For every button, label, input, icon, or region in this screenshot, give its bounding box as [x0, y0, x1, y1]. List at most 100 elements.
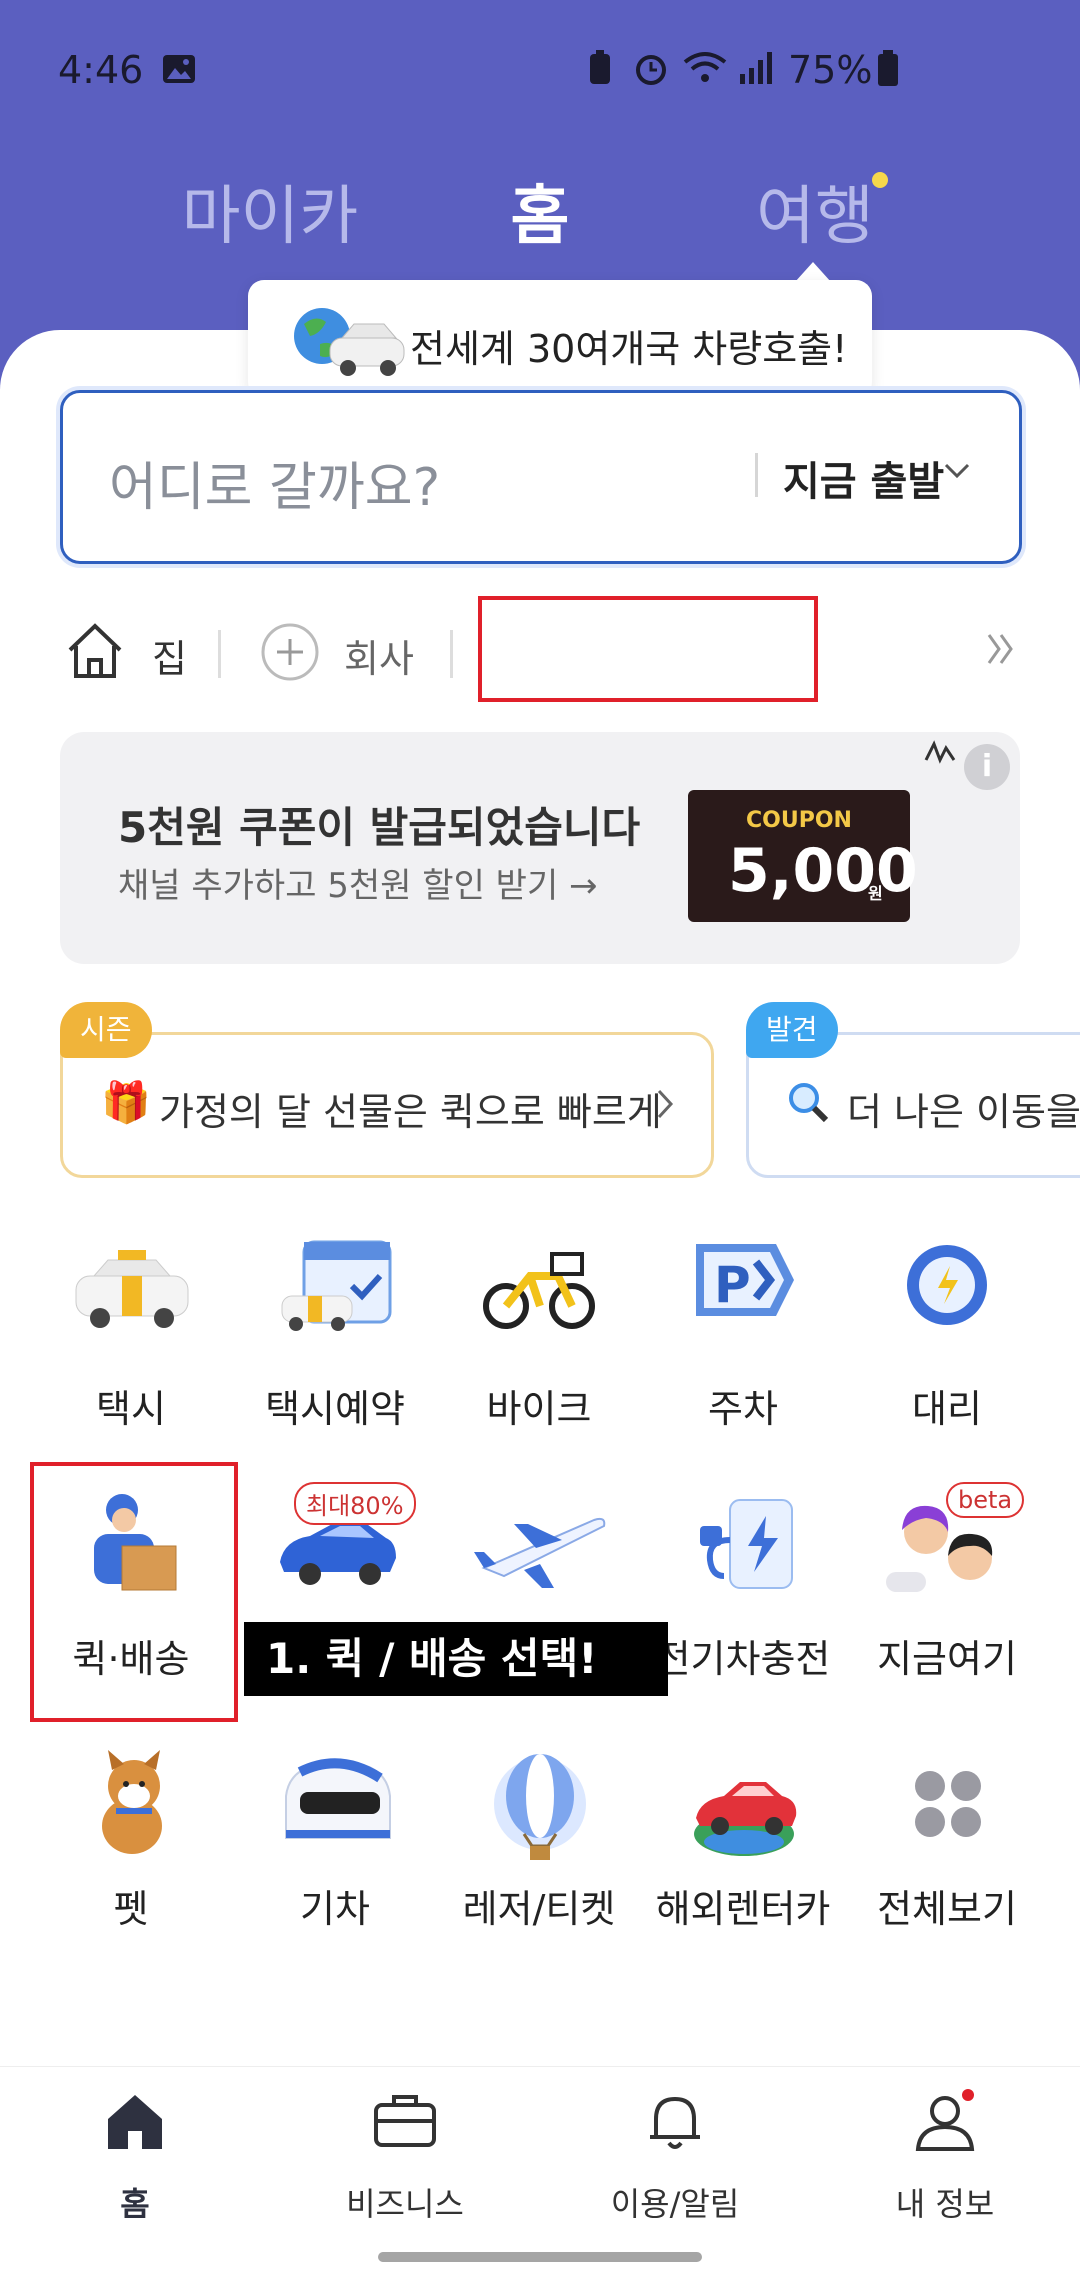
service-label: 펫: [113, 1887, 149, 1931]
magnifier-icon: [789, 1083, 829, 1123]
service-train[interactable]: [240, 1742, 430, 1866]
shortcut-divider: [218, 630, 221, 678]
globe-car-icon: [294, 308, 405, 376]
chevron-right-icon: [657, 1089, 674, 1119]
service-leisure-ticket[interactable]: [444, 1742, 634, 1876]
depart-time-selector[interactable]: 지금 출발: [783, 449, 944, 507]
train-icon: [285, 1758, 391, 1839]
svg-text:P: P: [714, 1256, 751, 1314]
nav-business-label: 비즈니스: [346, 2185, 464, 2223]
shortcut-home[interactable]: 집: [152, 628, 187, 683]
service-pet[interactable]: [36, 1742, 226, 1866]
nav-home-label: 홈: [120, 2185, 150, 2223]
shortcut-work[interactable]: 회사: [344, 628, 414, 683]
service-label: 해외렌터카: [655, 1887, 831, 1931]
destination-search[interactable]: 어디로 갈까요? 지금 출발: [60, 390, 1022, 564]
tab-mycar[interactable]: 마이카: [160, 165, 380, 257]
bell-icon: [650, 2096, 700, 2149]
service-flight[interactable]: [444, 1480, 634, 1614]
new-indicator-dot: [872, 172, 888, 188]
bottom-navigation: 홈 비즈니스 이용/알림 내 정보: [0, 2066, 1080, 2281]
gesture-bar[interactable]: [378, 2252, 702, 2262]
nav-home[interactable]: [0, 2087, 270, 2161]
beta-badge: beta: [946, 1482, 1025, 1518]
alarm-icon: [636, 55, 666, 85]
service-label: 전기차충전: [655, 1637, 831, 1681]
chevron-down-icon: [944, 463, 970, 479]
steering-wheel-icon: [907, 1245, 987, 1325]
search-placeholder: 어디로 갈까요?: [109, 458, 441, 518]
tab-travel[interactable]: 여행: [740, 165, 890, 257]
nav-activity-label: 이용/알림: [610, 2185, 740, 2223]
season-card[interactable]: 🎁 가정의 달 선물은 퀵으로 빠르게: [60, 1032, 714, 1178]
battery-saver-icon: [590, 50, 610, 84]
person-icon: [915, 2089, 975, 2151]
bike-icon: [483, 1252, 595, 1329]
banner-subtitle: 채널 추가하고 5천원 할인 받기 →: [118, 866, 598, 906]
ad-logo-icon: [924, 740, 956, 764]
ad-info-icon[interactable]: i: [964, 744, 1010, 790]
season-card-text: 가정의 달 선물은 퀵으로 빠르게: [159, 1090, 662, 1134]
service-label: 택시: [96, 1387, 166, 1431]
hot-air-balloon-icon: [494, 1754, 586, 1860]
dog-icon: [102, 1750, 162, 1854]
shortcut-divider: [450, 630, 453, 678]
status-time: 4:46: [58, 48, 144, 92]
gallery-icon: [163, 55, 195, 83]
place-shortcuts: 집 회사: [60, 596, 1020, 702]
coupon-graphic: COUPON 5,000 원: [688, 790, 918, 922]
signal-icon: [740, 52, 772, 84]
coupon-value: 5,000: [728, 836, 918, 906]
battery-percent: 75%: [788, 48, 873, 92]
service-taxi[interactable]: [36, 1230, 226, 1344]
double-chevron-right-icon[interactable]: [986, 632, 1016, 666]
service-bike[interactable]: [444, 1230, 634, 1344]
status-bar: 4:46 75%: [0, 40, 1080, 100]
season-tag: 시즌: [60, 1002, 152, 1058]
highlight-box: [478, 596, 818, 702]
coupon-banner[interactable]: 5천원 쿠폰이 발급되었습니다 채널 추가하고 5천원 할인 받기 → COUP…: [60, 732, 1020, 964]
tooltip-arrow: [795, 262, 831, 282]
service-label: 지금여기: [877, 1637, 1017, 1681]
battery-icon: [878, 50, 898, 86]
grid-dots-icon: [915, 1771, 981, 1837]
discover-tag: 발견: [746, 1002, 838, 1058]
discover-card-text: 더 나은 이동을: [847, 1090, 1080, 1134]
coupon-unit: 원: [868, 884, 883, 903]
service-label: 레저/티켓: [462, 1887, 616, 1931]
nav-my-info[interactable]: [810, 2087, 1080, 2161]
service-taxi-reservation[interactable]: [240, 1230, 430, 1344]
discount-badge: 최대80%: [294, 1482, 416, 1525]
parking-icon: P: [696, 1244, 794, 1316]
taxi-calendar-icon: [281, 1240, 392, 1331]
nav-activity[interactable]: [540, 2087, 810, 2161]
service-ev-charging[interactable]: [648, 1480, 838, 1614]
add-circle-icon[interactable]: [260, 622, 320, 682]
taxi-icon: [75, 1250, 189, 1328]
service-label: 기차: [300, 1887, 370, 1931]
coupon-label: COUPON: [746, 808, 852, 833]
service-label: 주차: [708, 1387, 778, 1431]
wifi-icon: [683, 52, 727, 82]
service-label: 대리: [912, 1387, 982, 1431]
overseas-car-icon: [694, 1782, 797, 1856]
service-overseas-rental[interactable]: [648, 1742, 838, 1866]
search-divider: [755, 453, 758, 497]
service-label: 전체보기: [877, 1887, 1017, 1931]
briefcase-icon: [374, 2095, 436, 2147]
service-driver[interactable]: [852, 1230, 1042, 1344]
service-parking[interactable]: P: [648, 1230, 838, 1344]
tab-home[interactable]: 홈: [480, 165, 600, 257]
tooltip-text: 전세계 30여개국 차량호출!: [410, 327, 848, 371]
airplane-icon: [474, 1517, 606, 1588]
nav-my-info-label: 내 정보: [895, 2185, 995, 2223]
banner-title: 5천원 쿠폰이 발급되었습니다: [118, 803, 641, 852]
home-filled-icon: [108, 2095, 162, 2149]
ev-charger-icon: [700, 1499, 793, 1589]
gift-icon: 🎁: [101, 1080, 151, 1126]
instruction-callout: 1. 퀵 / 배송 선택!: [244, 1622, 668, 1696]
highlight-box: [30, 1462, 238, 1722]
nav-business[interactable]: [270, 2087, 540, 2161]
service-view-all[interactable]: [852, 1742, 1042, 1866]
service-label: 바이크: [486, 1387, 592, 1431]
